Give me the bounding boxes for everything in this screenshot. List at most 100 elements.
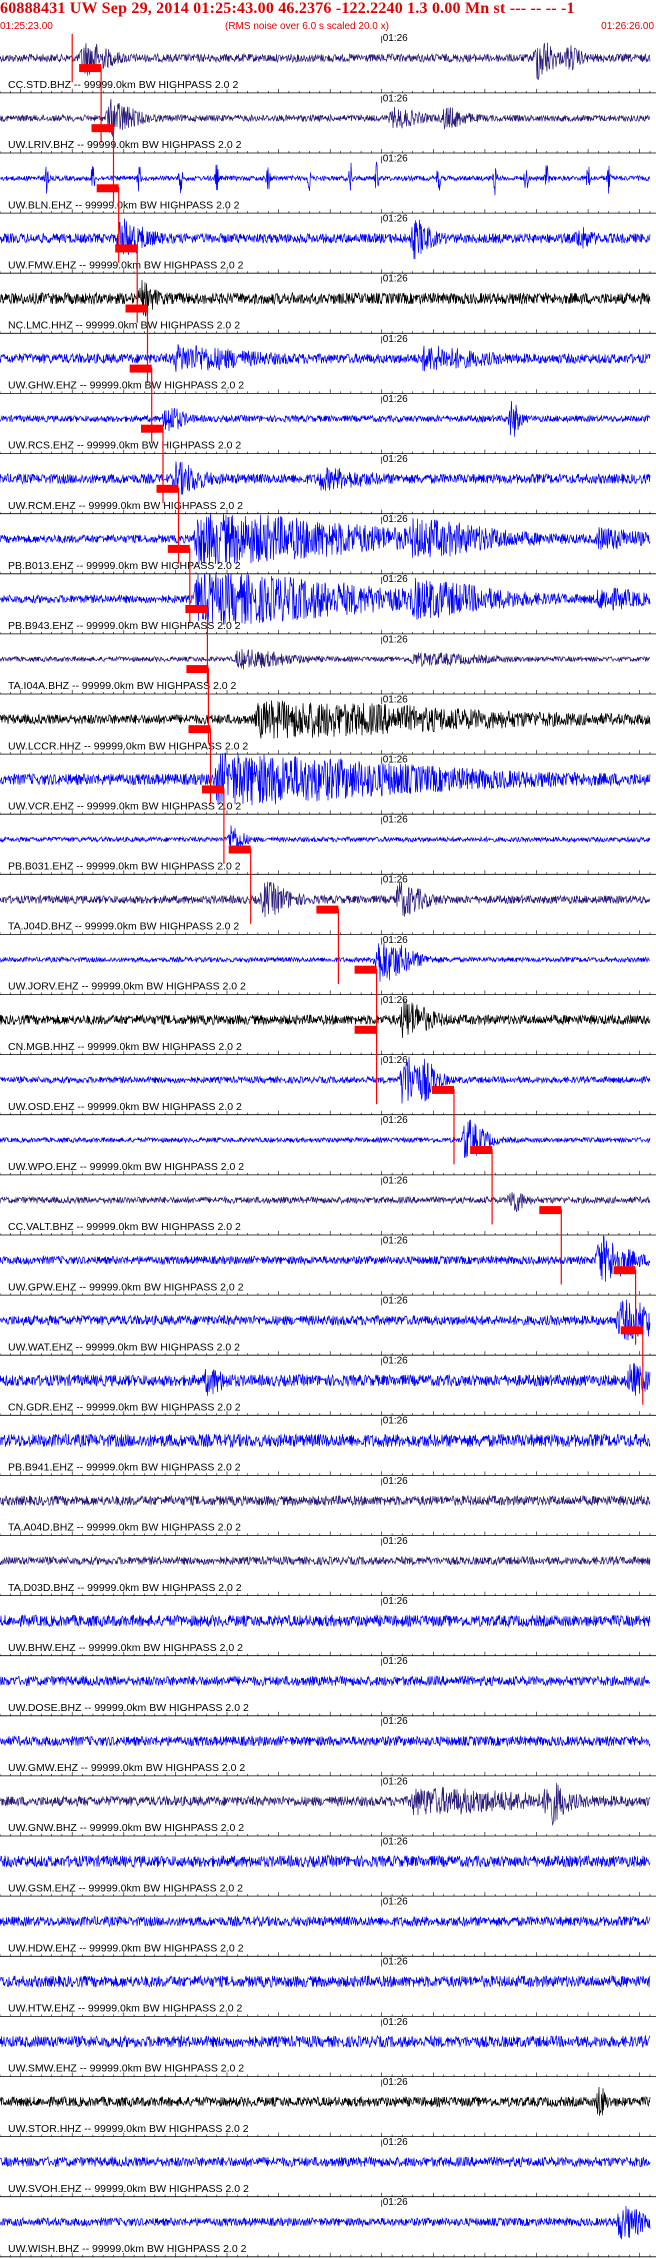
minute-mark-label: 01:26 xyxy=(383,214,408,225)
waveform-34 xyxy=(0,2086,651,2116)
start-time-label: 01:25:23.00 xyxy=(0,21,53,32)
minute-mark-label: 01:26 xyxy=(383,1356,408,1367)
end-time-label: 01:26:26.00 xyxy=(601,21,654,32)
station-label: UW.OSD.EHZ -- 99999.0km BW HIGHPASS 2.0 … xyxy=(8,1101,242,1113)
pick-flag xyxy=(432,1085,454,1094)
minute-mark-label: 01:26 xyxy=(383,1175,408,1186)
station-label: UW.BLN.EHZ -- 99999.0km BW HIGHPASS 2.0 … xyxy=(8,199,240,211)
waveform-32 xyxy=(0,1974,651,1989)
station-label: UW.STOR.HHZ -- 99999.0km BW HIGHPASS 2.0… xyxy=(8,2123,249,2135)
minute-mark-label: 01:26 xyxy=(383,1296,408,1307)
trace-25: 01:26 TA.D03D.BHZ -- 99999.0km BW HIGHPAS… xyxy=(0,1536,656,1596)
minute-mark-label: 01:26 xyxy=(383,1055,408,1066)
trace-30: 01:26 UW.GSM.EHZ -- 99999.0km BW HIGHPASS… xyxy=(0,1837,656,1897)
trace-20: 01:26 UW.GPW.EHZ -- 99999.0km BW HIGHPASS… xyxy=(0,1206,656,1296)
waveform-5 xyxy=(0,344,651,373)
minute-mark-label: 01:26 xyxy=(383,2137,408,2148)
waveform-29 xyxy=(0,1782,651,1826)
minute-mark-label: 01:26 xyxy=(383,755,408,766)
minute-mark-label: 01:26 xyxy=(383,514,408,525)
waveform-3 xyxy=(0,218,651,260)
station-label: TA.A04D.BHZ -- 99999.0km BW HIGHPASS 2.0… xyxy=(8,1522,241,1534)
minute-mark-label: 01:26 xyxy=(383,1115,408,1126)
pick-flag xyxy=(201,785,224,794)
trace-16: 01:26 CN.MGB.HHZ -- 99999.0km BW HIGHPASS… xyxy=(0,965,656,1055)
pick-flag xyxy=(316,905,339,914)
seismogram-plot: 01:26 CC.STD.BHZ -- 99999.0km BW HIGHPASS… xyxy=(0,34,656,2258)
waveform-30 xyxy=(0,1854,651,1869)
waveform-27 xyxy=(0,1675,651,1687)
plot-header: 60888431 UW Sep 29, 2014 01:25:43.00 46.… xyxy=(0,0,656,34)
minute-mark-label: 01:26 xyxy=(383,454,408,465)
station-label: TA.J04D.BHZ -- 99999.0km BW HIGHPASS 2.0… xyxy=(8,921,239,933)
station-label: UW.LRIV.BHZ -- 99999.0km BW HIGHPASS 2.0… xyxy=(8,139,242,151)
pick-flag xyxy=(185,605,208,613)
station-label: UW.HDW.EHZ -- 99999.0km BW HIGHPASS 2.0 … xyxy=(8,1942,244,1954)
pick-flag xyxy=(91,124,114,133)
minute-mark-label: 01:26 xyxy=(383,1235,408,1246)
trace-21: 01:26 UW.WAT.EHZ -- 99999.0km BW HIGHPASS… xyxy=(0,1266,656,1356)
trace-12: 01:26 UW.VCR.EHZ -- 99999.0km BW HIGHPASS… xyxy=(0,725,656,815)
station-label: UW.GNW.BHZ -- 99999.0km BW HIGHPASS 2.0 … xyxy=(8,1822,244,1834)
trace-17: 01:26 UW.OSD.EHZ -- 99999.0km BW HIGHPASS… xyxy=(0,1025,656,1116)
waveform-35 xyxy=(0,2156,651,2168)
station-label: PB.B013.EHZ -- 99999.0km BW HIGHPASS 2.0… xyxy=(8,560,241,572)
waveform-20 xyxy=(0,1235,651,1282)
waveform-36 xyxy=(0,2205,651,2240)
minute-mark-label: 01:26 xyxy=(383,935,408,946)
waveform-24 xyxy=(0,1494,651,1507)
minute-mark-label: 01:26 xyxy=(383,1596,408,1607)
waveform-21 xyxy=(0,1299,651,1341)
minute-mark-label: 01:26 xyxy=(383,694,408,705)
trace-5: 01:26 UW.GHW.EHZ -- 99999.0km BW HIGHPASS… xyxy=(0,304,656,394)
minute-mark-label: 01:26 xyxy=(383,995,408,1006)
minute-mark-label: 01:26 xyxy=(383,875,408,886)
scale-note: (RMS noise over 6.0 s scaled 20.0 x) xyxy=(225,21,389,32)
minute-mark-label: 01:26 xyxy=(383,1716,408,1727)
trace-11: 01:26 UW.LCCR.HHZ -- 99999.0km BW HIGHPAS… xyxy=(0,665,656,755)
waveform-33 xyxy=(0,2034,651,2049)
station-label: CN.MGB.HHZ -- 99999.0km BW HIGHPASS 2.0 … xyxy=(8,1041,242,1053)
minute-mark-label: 01:26 xyxy=(383,1897,408,1908)
trace-19: 01:26 CC.VALT.BHZ -- 99999.0km BW HIGHPAS… xyxy=(0,1146,656,1236)
trace-14: 01:26 TA.J04D.BHZ -- 99999.0km BW HIGHPAS… xyxy=(0,845,656,935)
pick-flag xyxy=(188,725,211,734)
pick-flag xyxy=(620,1326,643,1335)
trace-29: 01:26 UW.GNW.BHZ -- 99999.0km BW HIGHPASS… xyxy=(0,1776,656,1837)
station-label: UW.RCS.EHZ -- 99999.0km BW HIGHPASS 2.0 … xyxy=(8,440,241,452)
waveform-15 xyxy=(0,942,651,982)
minute-mark-label: 01:26 xyxy=(383,274,408,285)
waveform-7 xyxy=(0,461,651,495)
station-label: CN.GDR.EHZ -- 99999.0km BW HIGHPASS 2.0 … xyxy=(8,1402,241,1414)
station-label: UW.LCCR.HHZ -- 99999.0km BW HIGHPASS 2.0… xyxy=(8,740,248,752)
trace-10: 01:26 TA.I04A.BHZ -- 99999.0km BW HIGHPAS… xyxy=(0,605,656,695)
waveform-9 xyxy=(0,572,651,625)
minute-mark-label: 01:26 xyxy=(383,2017,408,2028)
trace-9: 01:26 PB.B943.EHZ -- 99999.0km BW HIGHPAS… xyxy=(0,544,656,635)
minute-mark-label: 01:26 xyxy=(383,2197,408,2208)
waveform-4 xyxy=(0,280,651,318)
station-label: UW.GSM.EHZ -- 99999.0km BW HIGHPASS 2.0 … xyxy=(8,1882,243,1894)
waveform-23 xyxy=(0,1433,651,1449)
pick-flag xyxy=(156,484,179,493)
minute-mark-label: 01:26 xyxy=(383,93,408,104)
waveform-17 xyxy=(0,1056,651,1104)
trace-7: 01:26 UW.RCM.EHZ -- 99999.0km BW HIGHPASS… xyxy=(0,424,656,515)
station-label: CC.STD.BHZ -- 99999.0km BW HIGHPASS 2.0 … xyxy=(8,79,238,91)
trace-4: 01:26 NC.LMC.HHZ -- 99999.0km BW HIGHPASS… xyxy=(0,244,656,334)
waveform-12 xyxy=(0,752,651,806)
pick-flag xyxy=(539,1206,562,1215)
station-label: UW.WAT.EHZ -- 99999.0km BW HIGHPASS 2.0 … xyxy=(8,1341,240,1353)
waveform-16 xyxy=(0,999,651,1039)
trace-28: 01:26 UW.GMW.EHZ -- 99999.0km BW HIGHPASS… xyxy=(0,1716,656,1777)
station-label: TA.I04A.BHZ -- 99999.0km BW HIGHPASS 2.0… xyxy=(8,680,237,692)
pick-flag xyxy=(228,845,251,854)
station-label: UW.HTW.EHZ -- 99999.0km BW HIGHPASS 2.0 … xyxy=(8,2003,243,2015)
waveform-0 xyxy=(0,42,651,81)
waveform-28 xyxy=(0,1734,651,1748)
station-label: UW.JORV.EHZ -- 99999.0km BW HIGHPASS 2.0… xyxy=(8,981,246,993)
trace-35: 01:26 UW.SVOH.EHZ -- 99999.0km BW HIGHPAS… xyxy=(0,2137,656,2198)
pick-flag xyxy=(115,244,138,253)
pick-flag xyxy=(141,424,163,433)
trace-6: 01:26 UW.RCS.EHZ -- 99999.0km BW HIGHPASS… xyxy=(0,364,656,455)
